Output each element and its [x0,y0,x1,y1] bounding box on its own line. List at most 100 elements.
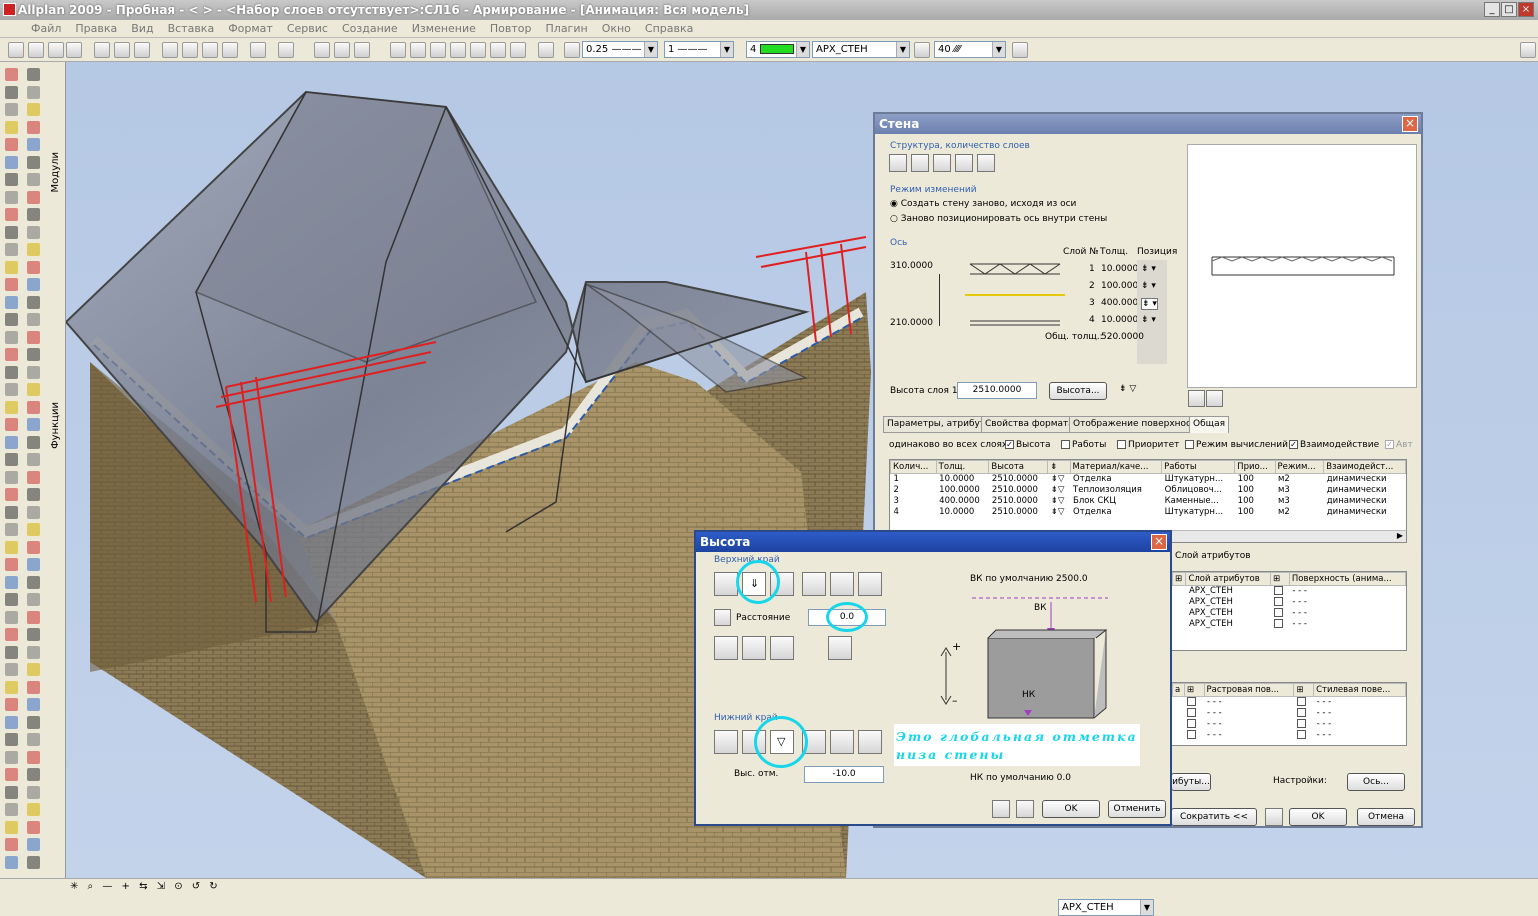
pen-select[interactable]: 0.25 ——— ▼ [582,41,658,58]
tool-icon[interactable] [5,418,18,431]
pen-picker-icon[interactable] [564,42,580,58]
copy-icon[interactable] [182,42,198,58]
tool-icon[interactable] [5,260,18,274]
tool-icon[interactable] [5,330,18,344]
top-edge-plane2-icon[interactable] [830,572,854,596]
tool-icon[interactable] [27,663,40,676]
tool-icon[interactable] [5,610,18,624]
tool-icon[interactable] [27,558,40,571]
check-calc-mode[interactable]: Режим вычислений [1185,440,1288,450]
position-2-icon[interactable]: ⇟ ▾ [1141,281,1156,291]
layer-icon[interactable] [354,42,370,58]
tool-icon[interactable] [27,453,40,466]
table-row[interactable]: - - -- - - [1173,719,1406,730]
tool-icon[interactable] [5,505,18,519]
bottom-edge-both-icon[interactable] [858,730,882,754]
abs-elevation-input[interactable]: -10.0 [804,766,884,783]
print-icon[interactable] [94,42,110,58]
position-1-icon[interactable]: ⇟ ▾ [1141,264,1156,274]
check-priority[interactable]: Приоритет [1117,440,1179,450]
tool-icon[interactable] [5,103,18,116]
maximize-button[interactable]: □ [1501,2,1517,17]
tool-icon[interactable] [5,768,18,781]
tool-icon[interactable] [5,645,18,659]
axis-button[interactable]: Ось... [1347,773,1405,791]
roof-1-icon[interactable] [714,636,738,660]
tool-icon[interactable] [27,85,40,99]
menu-tools[interactable]: Сервис [280,20,335,37]
eyedropper-icon[interactable] [1016,800,1034,818]
layers-4-icon[interactable] [955,154,973,172]
tool-icon[interactable] [5,383,18,396]
top-edge-abs-icon[interactable] [714,572,738,596]
tool-icon[interactable] [27,470,40,484]
tool-icon[interactable] [27,575,40,589]
format-painter-icon[interactable] [222,42,238,58]
tool-icon[interactable] [27,715,40,729]
tool-icon[interactable] [27,505,40,519]
tool-icon[interactable] [27,155,40,169]
menu-window[interactable]: Окно [595,20,638,37]
tool-icon[interactable] [5,155,18,169]
tool-icon[interactable] [27,330,40,344]
check-auto[interactable]: ✓ Авт [1385,440,1413,450]
distance-icon[interactable] [714,609,731,626]
height-options-icon[interactable]: ⇟ ▽ [1119,384,1136,394]
calc-icon[interactable] [334,42,350,58]
print-icon[interactable] [992,800,1010,818]
tab-surface[interactable]: Отображение поверхности [1069,416,1207,433]
table-row[interactable]: - - -- - - [1173,708,1406,719]
hatch-select[interactable]: 40 ⁄⁄⁄⁄ ▼ [934,41,1006,58]
layers-1-icon[interactable] [889,154,907,172]
tool-icon[interactable] [5,733,18,746]
menu-edit[interactable]: Правка [68,20,124,37]
layers-2-icon[interactable] [911,154,929,172]
roof-3-icon[interactable] [770,636,794,660]
tool-icon[interactable] [27,785,40,799]
tool-icon[interactable] [5,803,18,816]
tool-icon[interactable] [5,348,18,361]
check-height[interactable]: ✓ Высота [1005,440,1051,450]
tool-icon[interactable] [27,278,40,291]
tool-icon[interactable] [5,470,18,484]
tool-icon[interactable] [27,855,40,869]
tool-icon[interactable] [5,698,18,711]
tool-icon[interactable] [27,103,40,116]
tool-icon[interactable] [27,488,40,501]
tool-icon[interactable] [5,190,18,204]
functions-tab[interactable]: Функции [50,402,61,449]
pick-icon[interactable] [1206,390,1223,407]
eyedropper-icon[interactable] [1265,808,1283,826]
navigator-icon[interactable] [390,42,406,58]
height-cancel-button[interactable]: Отменить [1108,800,1166,818]
new-icon[interactable] [28,42,44,58]
menu-help[interactable]: Справка [638,20,700,37]
tool-icon[interactable] [5,838,18,851]
top-edge-plane-icon[interactable] [802,572,826,596]
tool-icon[interactable] [5,575,18,589]
roof-4-icon[interactable] [828,636,852,660]
tool-icon[interactable] [27,120,40,134]
tool-icon[interactable] [27,540,40,554]
menu-file[interactable]: Файл [24,20,68,37]
tool-icon[interactable] [5,488,18,501]
table-row[interactable]: 4 10.0000 2510.0000 ⇟▽ Отделка Штукатурн... 10… [891,507,1406,518]
check-works[interactable]: Работы [1061,440,1106,450]
table-row[interactable]: АРХ_СТЕН - - - [1173,619,1406,630]
tool-icon[interactable] [27,435,40,449]
layer-lock-icon[interactable] [914,42,930,58]
tool-icon[interactable] [5,208,18,221]
tool-icon[interactable] [5,453,18,466]
table-row[interactable]: АРХ_СТЕН - - - [1173,608,1406,619]
tool-icon[interactable] [27,768,40,781]
tool-icon[interactable] [5,523,18,536]
tool-icon[interactable] [5,68,18,81]
tool-icon[interactable] [27,190,40,204]
roof-2-icon[interactable] [742,636,766,660]
layer-select[interactable]: АРХ_СТЕН ▼ [812,41,910,58]
table-row[interactable]: 1 10.0000 2510.0000 ⇟▽ Отделка Штукатурн... 10… [891,474,1406,485]
bottom-edge-abs-icon[interactable] [714,730,738,754]
tool-icon[interactable] [27,750,40,764]
tool-icon[interactable] [27,400,40,414]
open-icon[interactable] [8,42,24,58]
